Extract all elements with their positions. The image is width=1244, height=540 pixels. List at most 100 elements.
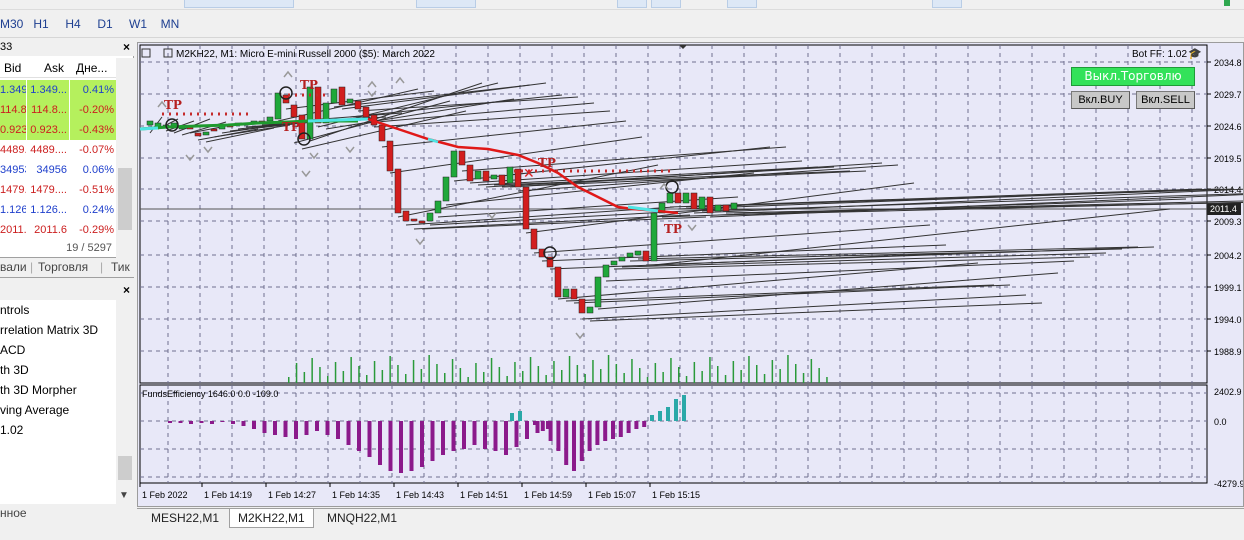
cell-change: -0.51% xyxy=(79,184,114,196)
market-watch-scrollbar[interactable] xyxy=(116,58,134,258)
candle-body xyxy=(354,100,362,110)
candle-body xyxy=(674,192,682,204)
toolbar-button[interactable] xyxy=(727,0,757,8)
volume-bar xyxy=(498,367,501,383)
table-row[interactable]: 1.349...1.349...0.41% xyxy=(0,80,116,100)
price-chart[interactable]: 2034.82029.72024.62019.52014.42009.32004… xyxy=(138,43,1243,506)
navigator-item[interactable]: th 3D xyxy=(0,363,29,377)
histogram-bar xyxy=(525,421,529,439)
table-row[interactable]: 114.8...114.8...-0.20% xyxy=(0,100,116,120)
column-bid[interactable]: Bid xyxy=(4,61,21,75)
market-watch-tabs: вали | Торговля | Тик xyxy=(0,258,134,278)
timeframe-mn-button[interactable]: MN xyxy=(157,14,183,34)
tab-symbols[interactable]: вали xyxy=(0,260,27,274)
volume-bar xyxy=(646,377,649,383)
toolbar-button[interactable] xyxy=(617,0,647,8)
navigator-footer-tab[interactable]: нное xyxy=(0,506,27,520)
toolbar-button[interactable] xyxy=(932,0,962,8)
timeframe-m30-button[interactable]: M30 xyxy=(0,14,23,34)
chart-window[interactable]: 2034.82029.72024.62019.52014.42009.32004… xyxy=(137,42,1244,507)
volume-bar xyxy=(639,368,641,383)
navigator-item[interactable]: 1.02 xyxy=(0,423,23,437)
cell-ask: 0.923... xyxy=(27,120,69,140)
close-icon[interactable]: × xyxy=(123,40,130,54)
candle-body xyxy=(458,150,466,166)
histogram-bar xyxy=(572,421,576,471)
table-row[interactable]: 1.126... 1.126... 0.24% xyxy=(0,200,116,220)
histogram-bar xyxy=(493,421,498,451)
take-profit-label: TP xyxy=(300,78,318,92)
toolbar-button[interactable] xyxy=(651,0,681,8)
volume-bar xyxy=(756,365,758,383)
scrollbar-thumb[interactable] xyxy=(118,456,132,480)
candle-body xyxy=(466,164,474,182)
histogram-bar xyxy=(462,421,466,449)
chart-tab-m2kh22[interactable]: M2KH22,M1 xyxy=(229,509,314,528)
tab-ticks[interactable]: Тик xyxy=(111,260,130,274)
scrollbar-thumb[interactable] xyxy=(118,168,132,230)
price-label: 1994.0 xyxy=(1214,315,1242,325)
toolbar-button[interactable] xyxy=(416,0,476,8)
navigator-item[interactable]: rrelation Matrix 3D xyxy=(0,323,98,337)
navigator-item[interactable]: ving Average xyxy=(0,403,69,417)
toolbar-button[interactable] xyxy=(184,0,294,8)
candle-body xyxy=(202,131,210,136)
histogram-bar xyxy=(548,421,553,441)
candle-body xyxy=(362,106,370,118)
table-row[interactable]: 4489.... 4489.... -0.07% xyxy=(0,140,116,160)
table-row[interactable]: 2011.4 2011.6 -0.29% xyxy=(0,220,116,240)
histogram-bar xyxy=(210,421,214,424)
volume-bar xyxy=(662,372,664,383)
enable-buy-button[interactable]: Вкл.BUY xyxy=(1071,91,1130,109)
volume-bar xyxy=(740,370,742,383)
histogram-bar xyxy=(626,421,631,433)
candle-body xyxy=(346,98,354,104)
candle-body xyxy=(618,256,626,262)
chart-tab-mnqh22[interactable]: MNQH22,M1 xyxy=(319,509,405,528)
table-row[interactable]: 1479.... 1479.... -0.51% xyxy=(0,180,116,200)
disable-trading-button[interactable]: Выкл.Торговлю xyxy=(1071,67,1195,86)
volume-bar xyxy=(311,358,313,383)
timeframe-d1-button[interactable]: D1 xyxy=(93,14,117,34)
column-ask[interactable]: Ask xyxy=(44,61,64,75)
candle-body xyxy=(194,132,202,137)
timeframe-h1-button[interactable]: H1 xyxy=(29,14,53,34)
moving-average-line xyxy=(139,126,159,131)
navigator-item[interactable]: th 3D Morpher xyxy=(0,383,77,397)
cell-bid: 1479.... xyxy=(0,184,26,196)
histogram-bar xyxy=(666,407,670,421)
candle-body xyxy=(474,170,482,180)
volume-bar xyxy=(701,371,703,383)
cell-ask: 1.126... xyxy=(30,204,67,216)
histogram-bar xyxy=(220,421,225,422)
cell-bid: 2011.4 xyxy=(0,224,26,236)
navigator-scrollbar[interactable]: ▼ xyxy=(116,300,134,504)
histogram-bar xyxy=(634,421,639,429)
navigator-item[interactable]: ntrols xyxy=(0,303,29,317)
tab-trading[interactable]: Торговля xyxy=(38,260,88,274)
timeframe-w1-button[interactable]: W1 xyxy=(126,14,150,34)
volume-bar xyxy=(795,364,797,383)
volume-bar xyxy=(475,363,477,383)
time-label: 1 Feb 14:43 xyxy=(396,490,444,500)
candle-body xyxy=(450,150,458,178)
chart-tab-mesh22[interactable]: MESH22,M1 xyxy=(143,509,227,528)
volume-bar xyxy=(802,373,805,383)
close-icon[interactable]: × xyxy=(123,283,130,297)
table-row[interactable]: 34953 34956 0.06% xyxy=(0,160,116,180)
column-daily-change[interactable]: Дне... xyxy=(76,61,107,75)
navigator-item[interactable]: ACD xyxy=(0,343,25,357)
histogram-bar xyxy=(518,411,522,421)
cell-ask: 114.8... xyxy=(27,100,69,120)
volume-bar xyxy=(295,363,298,383)
volume-bar xyxy=(412,360,415,383)
enable-sell-button[interactable]: Вкл.SELL xyxy=(1136,91,1195,109)
histogram-bar xyxy=(587,421,592,451)
volume-bar xyxy=(615,364,618,383)
chevron-down-icon[interactable]: ▼ xyxy=(119,490,129,501)
histogram-bar xyxy=(618,421,623,437)
table-row[interactable]: 0.923...0.923...-0.43% xyxy=(0,120,116,140)
histogram-bar xyxy=(378,421,382,465)
histogram-bar xyxy=(533,421,537,425)
timeframe-h4-button[interactable]: H4 xyxy=(61,14,85,34)
